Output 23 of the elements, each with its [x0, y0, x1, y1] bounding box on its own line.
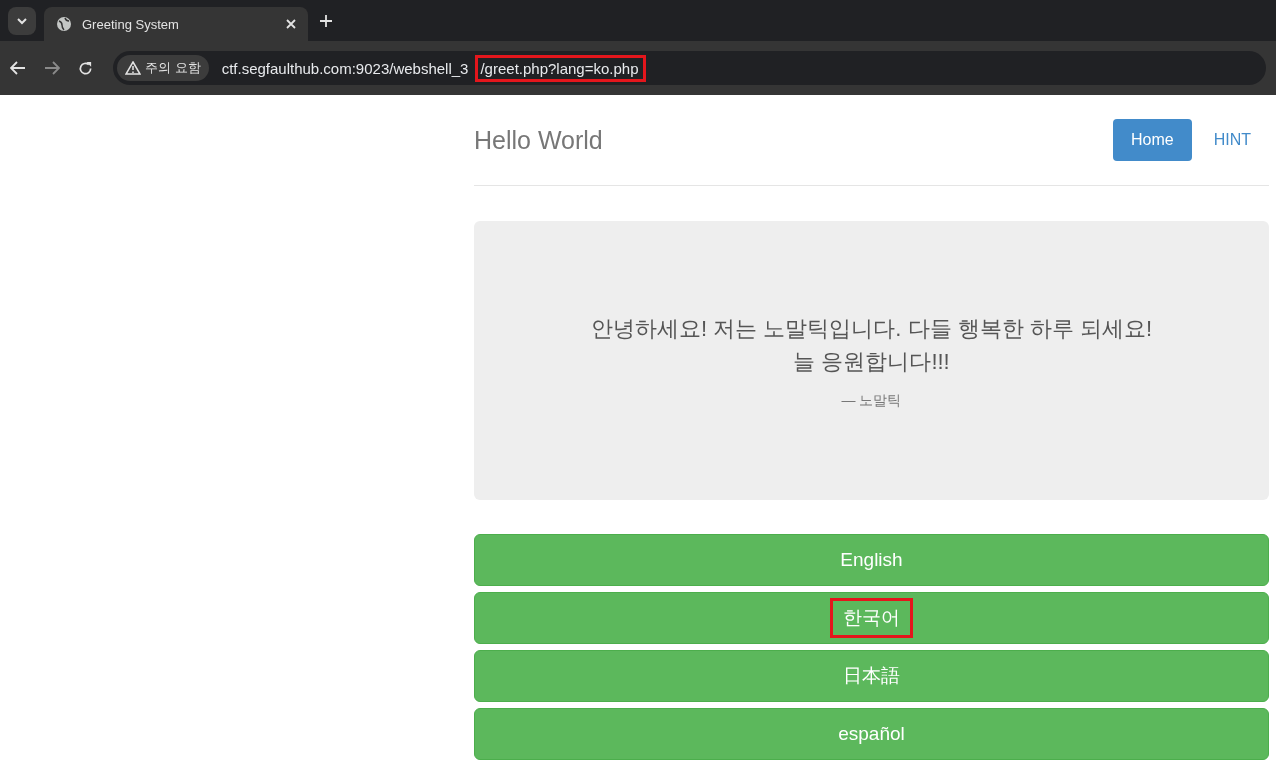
address-bar[interactable]: 주의 요함 ctf.segfaulthub.com:9023/webshell_3 /greet.php?lang=ko.php	[113, 51, 1266, 85]
site-title: Hello World	[474, 125, 603, 155]
browser-tab[interactable]: Greeting System	[44, 7, 308, 41]
security-chip[interactable]: 주의 요함	[117, 55, 209, 81]
back-icon[interactable]	[10, 61, 26, 75]
close-icon[interactable]	[286, 19, 296, 29]
language-button[interactable]: 日本語	[474, 650, 1269, 702]
greeting-text: 안녕하세요! 저는 노말틱입니다. 다들 행복한 하루 되세요! 늘 응원합니다!!!	[590, 314, 1153, 376]
greeting-author: — 노말틱	[841, 391, 902, 410]
language-button[interactable]: 한국어	[474, 592, 1269, 644]
language-button[interactable]: español	[474, 708, 1269, 760]
forward-icon[interactable]	[44, 61, 60, 75]
caret-icon	[16, 16, 28, 25]
reload-icon[interactable]	[78, 60, 93, 76]
language-button[interactable]: English	[474, 534, 1269, 586]
new-tab-icon[interactable]	[320, 14, 332, 27]
nav-link[interactable]: Home	[1113, 119, 1192, 161]
globe-icon	[56, 16, 72, 32]
url-text: ctf.segfaulthub.com:9023/webshell_3	[220, 58, 470, 79]
warning-icon	[125, 61, 141, 75]
tab-list-button[interactable]	[8, 6, 36, 35]
nav-link[interactable]: HINT	[1195, 119, 1269, 161]
url-text: /greet.php?lang=ko.php	[475, 54, 646, 82]
